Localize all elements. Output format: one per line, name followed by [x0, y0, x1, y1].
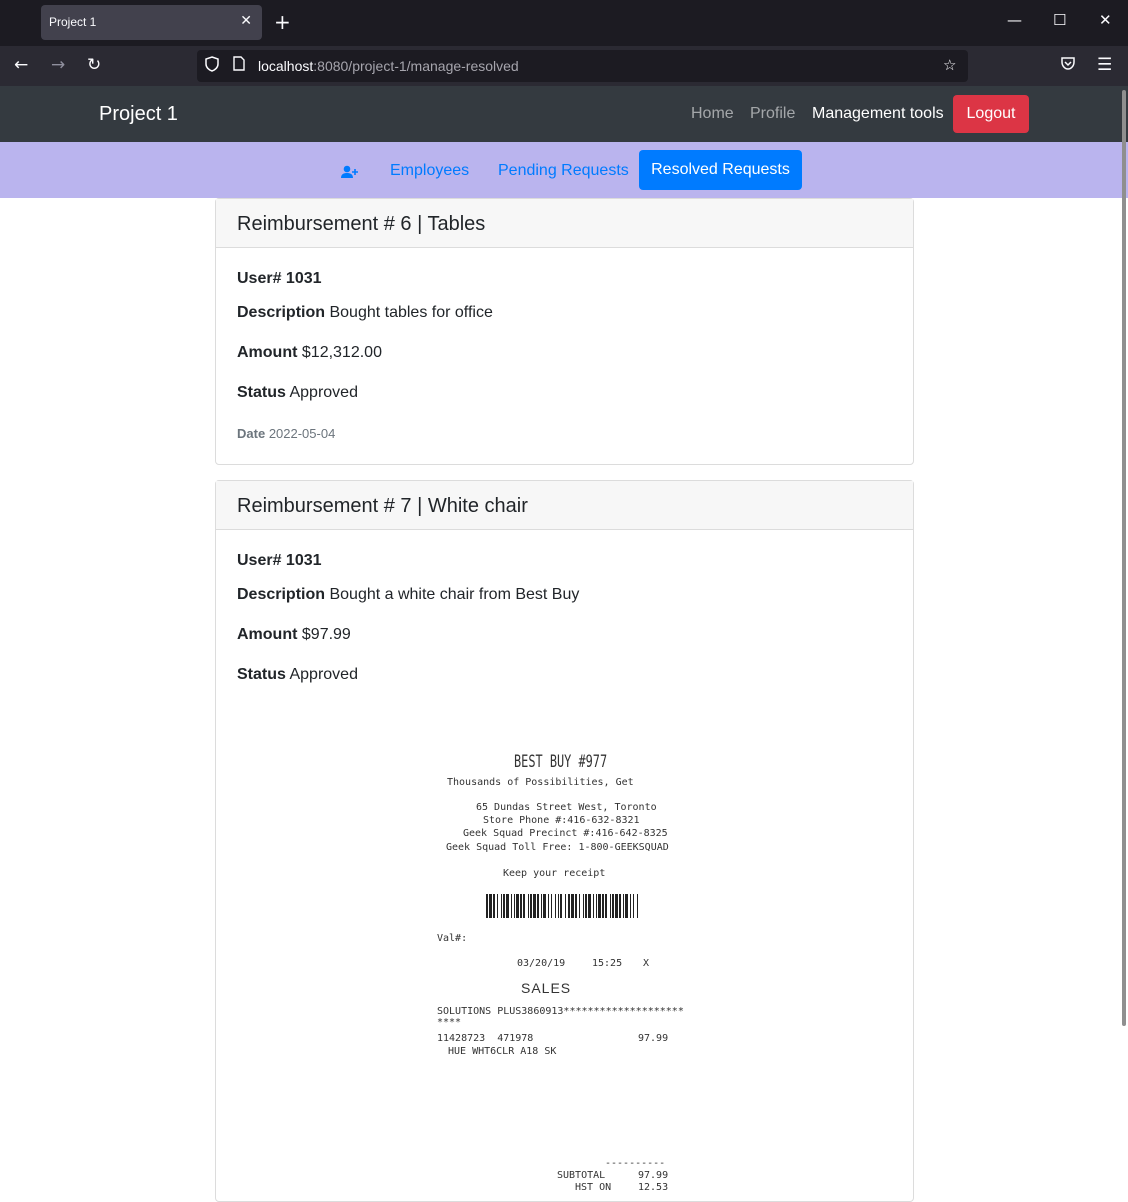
card-header: Reimbursement # 7 | White chair	[216, 481, 913, 530]
description-row: Description Bought a white chair from Be…	[237, 586, 580, 603]
pocket-icon[interactable]	[1060, 55, 1076, 76]
user-id: User# 1031	[237, 552, 322, 569]
receipt-address: 65 Dundas Street West, Toronto	[476, 802, 657, 813]
receipt-tollfree: Geek Squad Toll Free: 1-800-GEEKSQUAD	[446, 842, 669, 853]
nav-profile[interactable]: Profile	[750, 105, 795, 123]
bookmark-star-icon[interactable]: ☆	[943, 56, 956, 74]
receipt-sku: 11428723 471978	[437, 1033, 534, 1044]
card-header: Reimbursement # 6 | Tables	[216, 199, 913, 248]
back-icon[interactable]: ←	[14, 55, 28, 75]
receipt-solutions: SOLUTIONS PLUS3860913*******************…	[437, 1006, 684, 1017]
url-text: localhost:8080/project-1/manage-resolved	[258, 58, 519, 74]
receipt-precinct: Geek Squad Precinct #:416-642-8325	[463, 828, 668, 839]
receipt-price: 97.99	[638, 1033, 669, 1044]
receipt-phone: Store Phone #:416-632-8321	[483, 815, 640, 826]
browser-toolbar: ← → ↻ localhost:8080/project-1/manage-re…	[0, 46, 1128, 86]
receipt-hst-label: HST ON	[575, 1182, 612, 1193]
receipt-time: 15:25	[592, 958, 623, 969]
receipt-sales: SALES	[521, 980, 572, 996]
receipt-val: Val#:	[437, 933, 468, 944]
app-navbar: Project 1 Home Profile Management tools …	[0, 86, 1128, 142]
brand[interactable]: Project 1	[99, 103, 178, 126]
reimbursement-card: Reimbursement # 7 | White chair User# 10…	[215, 480, 914, 1202]
receipt-stars: ****	[437, 1017, 462, 1028]
card-title: Reimbursement # 7 | White chair	[237, 495, 528, 517]
reload-icon[interactable]: ↻	[87, 55, 101, 75]
barcode-icon	[486, 894, 638, 918]
new-tab-icon[interactable]: +	[274, 10, 291, 34]
date-row: Date 2022-05-04	[237, 426, 336, 441]
receipt-mark: X	[643, 958, 650, 969]
browser-tab[interactable]: Project 1 ✕	[41, 5, 262, 40]
receipt-subtotal: 97.99	[638, 1170, 669, 1181]
logout-button[interactable]: Logout	[953, 95, 1029, 133]
maximize-icon[interactable]: ☐	[1053, 11, 1066, 29]
receipt-subtotal-label: SUBTOTAL	[557, 1170, 606, 1181]
receipt-hst: 12.53	[638, 1182, 669, 1193]
nav-management-tools[interactable]: Management tools	[812, 105, 944, 123]
minimize-icon[interactable]: —	[1007, 11, 1022, 29]
page-icon	[233, 56, 245, 75]
receipt-keep: Keep your receipt	[503, 868, 606, 879]
tab-resolved-requests[interactable]: Resolved Requests	[639, 150, 802, 190]
status-row: Status Approved	[237, 384, 358, 401]
user-id: User# 1031	[237, 270, 322, 287]
page-scrollbar[interactable]	[1122, 90, 1126, 1026]
receipt-dashes: ----------	[605, 1158, 666, 1169]
management-subnav: Employees Pending Requests Resolved Requ…	[0, 142, 1128, 198]
reimbursement-card: Reimbursement # 6 | Tables User# 1031 De…	[215, 198, 914, 465]
receipt-store: BEST BUY #977	[514, 752, 608, 772]
description-row: Description Bought tables for office	[237, 304, 493, 321]
amount-row: Amount $97.99	[237, 626, 351, 643]
receipt-date: 03/20/19	[517, 958, 566, 969]
nav-home[interactable]: Home	[691, 105, 734, 123]
tab-employees[interactable]: Employees	[390, 162, 469, 180]
browser-tabbar: Project 1 ✕ + — ☐ ✕	[0, 0, 1128, 46]
close-window-icon[interactable]: ✕	[1099, 11, 1112, 29]
address-bar[interactable]: localhost:8080/project-1/manage-resolved…	[197, 50, 968, 82]
receipt-item: HUE WHT6CLR A18 SK	[448, 1046, 557, 1057]
tab-title: Project 1	[49, 15, 97, 29]
forward-icon[interactable]: →	[51, 55, 65, 75]
menu-icon[interactable]: ☰	[1097, 55, 1112, 75]
amount-row: Amount $12,312.00	[237, 344, 382, 361]
card-title: Reimbursement # 6 | Tables	[237, 213, 486, 235]
shield-icon[interactable]	[205, 56, 219, 76]
close-tab-icon[interactable]: ✕	[240, 13, 252, 29]
user-plus-icon[interactable]	[341, 164, 359, 178]
status-row: Status Approved	[237, 666, 358, 683]
receipt-tagline: Thousands of Possibilities, Get	[447, 777, 634, 788]
tab-pending-requests[interactable]: Pending Requests	[498, 162, 629, 180]
